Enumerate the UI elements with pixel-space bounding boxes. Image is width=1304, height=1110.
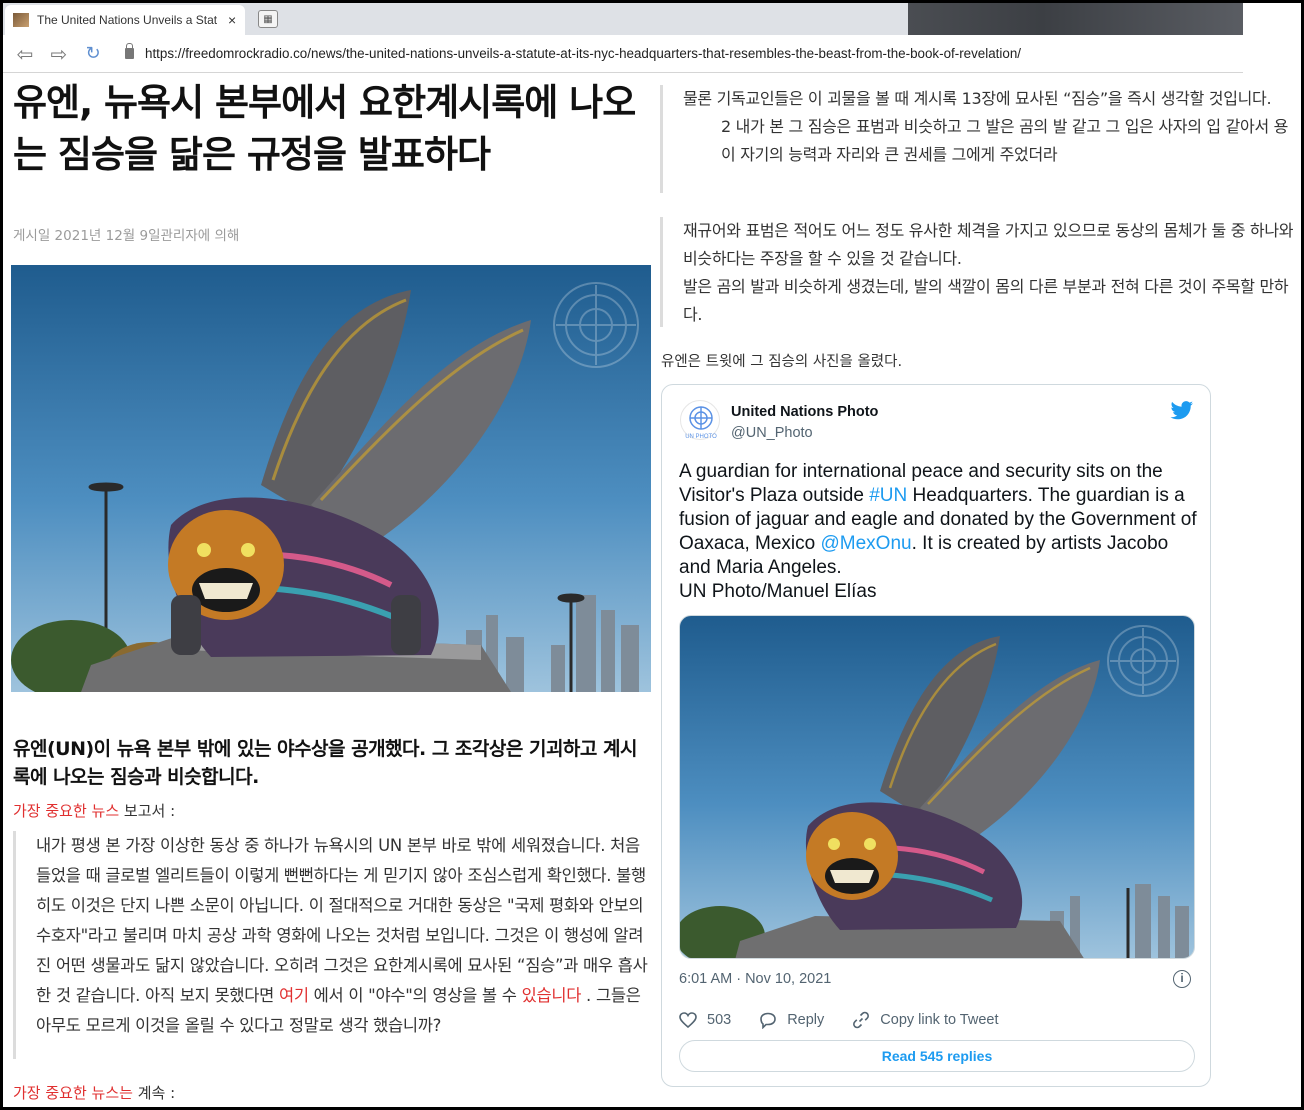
article-subheadline: 유엔(UN)이 뉴욕 본부 밖에 있는 야수상을 공개했다. 그 조각상은 기괴…	[13, 738, 637, 788]
tab-title: The United Nations Unveils a Stat	[37, 13, 218, 27]
source-line-2-text: 계속 :	[132, 1084, 176, 1102]
tweet-author-handle[interactable]: @UN_Photo	[731, 425, 813, 441]
tweet-photo-credit: UN Photo/Manuel Elías	[679, 581, 877, 602]
source-link-1[interactable]: 가장 중요한 뉴스	[13, 802, 119, 820]
tab-grid-icon[interactable]: ▦	[258, 10, 278, 28]
reload-icon[interactable]: ↻	[81, 43, 105, 64]
source-line-1-text: 보고서 :	[119, 802, 176, 820]
hero-image[interactable]	[11, 265, 651, 692]
link-icon	[853, 1011, 870, 1029]
revelation-quote: 물론 기독교인들은 이 괴물을 볼 때 계시록 13장에 묘사된 “짐승”을 즉…	[660, 85, 1300, 193]
quote-link-available[interactable]: 있습니다	[522, 986, 582, 1005]
tab-active[interactable]: The United Nations Unveils a Stat ×	[5, 5, 245, 35]
hashtag-un-link[interactable]: #UN	[869, 485, 907, 506]
site-favicon-icon	[13, 13, 29, 27]
url-field[interactable]: https://freedomrockradio.co/news/the-uni…	[145, 46, 1021, 61]
tweet-timestamp[interactable]: 6:01 AM · Nov 10, 2021	[679, 971, 831, 987]
tab-strip-dark-area	[908, 3, 1243, 35]
reply-bubble-icon	[760, 1012, 777, 1029]
tweet-actions: 503 Reply Copy link to Tweet	[679, 1011, 1027, 1029]
tab-strip: The United Nations Unveils a Stat × ▦	[3, 3, 1243, 35]
address-bar: ⇦ ⇨ ↻ https://freedomrockradio.co/news/t…	[3, 35, 1243, 73]
source-line-1: 가장 중요한 뉴스 보고서 :	[13, 800, 175, 821]
embedded-tweet: UN PHOTO United Nations Photo @UN_Photo …	[661, 384, 1211, 1087]
browser-window: The United Nations Unveils a Stat × ▦ ⇦ …	[3, 3, 1301, 1107]
tab-close-icon[interactable]: ×	[228, 12, 236, 28]
tweet-photo[interactable]	[679, 615, 1195, 959]
un-photo-avatar[interactable]: UN PHOTO	[680, 400, 720, 440]
tweet-text: A guardian for international peace and s…	[679, 460, 1199, 604]
comparison-quote: 재규어와 표범은 적어도 어느 정도 유사한 체격을 가지고 있으므로 동상의 …	[660, 217, 1300, 327]
quote-text-part1: 내가 평생 본 가장 이상한 동상 중 하나가 뉴욕시의 UN 본부 바로 밖에…	[36, 836, 648, 1005]
info-icon[interactable]: i	[1173, 970, 1191, 988]
forward-arrow-icon[interactable]: ⇨	[47, 42, 71, 66]
read-replies-button[interactable]: Read 545 replies	[679, 1040, 1195, 1072]
tweet-author-name[interactable]: United Nations Photo	[731, 404, 878, 420]
tweet-intro-text: 유엔은 트윗에 그 짐승의 사진을 올렸다.	[661, 354, 903, 370]
back-arrow-icon[interactable]: ⇦	[13, 42, 37, 66]
like-count: 503	[707, 1012, 732, 1028]
reply-button[interactable]: Reply	[759, 1012, 824, 1029]
revelation-verse: 2 내가 본 그 짐승은 표범과 비슷하고 그 발은 곰의 발 같고 그 입은 …	[721, 117, 1289, 164]
twitter-bird-icon[interactable]	[1170, 401, 1194, 421]
like-button[interactable]: 503	[679, 1012, 731, 1028]
source-link-2[interactable]: 가장 중요한 뉴스는	[13, 1084, 133, 1102]
comparison-quote-line2: 발은 곰의 발과 비슷하게 생겼는데, 발의 색깔이 몸의 다른 부분과 전혀 …	[683, 277, 1289, 324]
copy-link-button[interactable]: Copy link to Tweet	[852, 1011, 999, 1029]
source-line-2: 가장 중요한 뉴스는 계속 :	[13, 1082, 175, 1103]
mention-mexonu-link[interactable]: @MexOnu	[821, 533, 912, 554]
lock-icon	[125, 43, 134, 59]
quote-link-here[interactable]: 여기	[279, 986, 309, 1005]
avatar-caption: UN PHOTO	[685, 434, 717, 440]
article-byline: 게시일 2021년 12월 9일관리자에 의해	[13, 228, 240, 244]
copy-link-label: Copy link to Tweet	[880, 1012, 999, 1028]
reply-label: Reply	[787, 1012, 825, 1028]
revelation-quote-intro: 물론 기독교인들은 이 괴물을 볼 때 계시록 13장에 묘사된 “짐승”을 즉…	[683, 89, 1272, 108]
comparison-quote-line1: 재규어와 표범은 적어도 어느 정도 유사한 체격을 가지고 있으므로 동상의 …	[683, 221, 1294, 268]
article-blockquote: 내가 평생 본 가장 이상한 동상 중 하나가 뉴욕시의 UN 본부 바로 밖에…	[13, 831, 653, 1059]
heart-icon	[679, 1012, 697, 1028]
article-headline: 유엔, 뉴욕시 본부에서 요한계시록에 나오는 짐승을 닮은 규정을 발표하다	[13, 81, 636, 176]
quote-text-part2: 에서 이 "야수"의 영상을 볼 수	[308, 986, 522, 1005]
